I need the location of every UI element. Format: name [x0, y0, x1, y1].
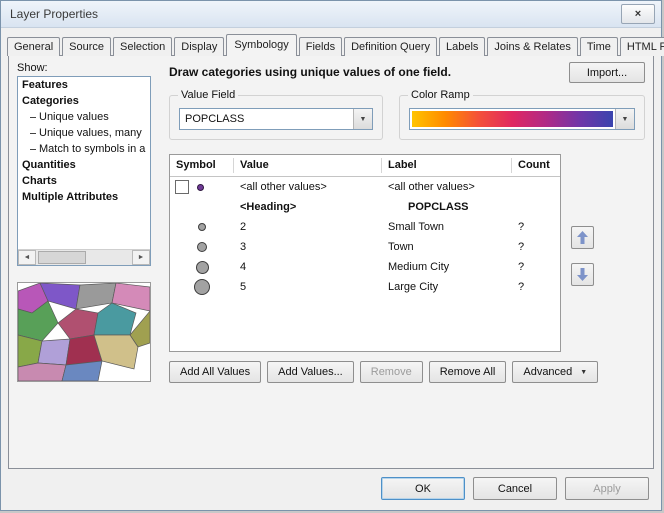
layer-properties-dialog: Layer Properties × General Source Select…	[0, 0, 662, 511]
ok-button[interactable]: OK	[381, 477, 465, 500]
map-preview	[17, 282, 151, 382]
advanced-button[interactable]: Advanced ▼	[512, 361, 598, 383]
show-item-unique-values[interactable]: Unique values	[18, 109, 150, 125]
color-ramp-swatch	[412, 111, 613, 127]
cancel-button[interactable]: Cancel	[473, 477, 557, 500]
tab-source[interactable]: Source	[62, 37, 111, 56]
show-item-features[interactable]: Features	[18, 77, 150, 93]
symbol-dot-icon[interactable]	[197, 242, 207, 252]
scroll-right-icon[interactable]: ►	[132, 250, 150, 265]
color-ramp-label: Color Ramp	[408, 89, 473, 101]
table-header: Symbol Value Label Count	[170, 155, 560, 177]
tab-display[interactable]: Display	[174, 37, 224, 56]
tree-line	[30, 149, 36, 150]
value-field-selected: POPCLASS	[180, 109, 353, 129]
show-label: Show:	[17, 62, 159, 74]
table-row[interactable]: 3 Town ?	[170, 237, 560, 257]
header-symbol[interactable]: Symbol	[170, 158, 234, 173]
table-row[interactable]: <all other values> <all other values>	[170, 177, 560, 197]
value-actions: Add All Values Add Values... Remove Remo…	[169, 361, 645, 383]
value-field-dropdown[interactable]: POPCLASS ▼	[179, 108, 373, 130]
tab-symbology[interactable]: Symbology	[226, 34, 296, 56]
table-row-heading[interactable]: <Heading> POPCLASS	[170, 197, 560, 217]
chevron-down-icon: ▼	[580, 369, 587, 376]
show-item-charts[interactable]: Charts	[18, 173, 150, 189]
tab-fields[interactable]: Fields	[299, 37, 342, 56]
arrow-up-icon	[577, 231, 588, 244]
tab-general[interactable]: General	[7, 37, 60, 56]
tab-time[interactable]: Time	[580, 37, 618, 56]
dialog-footer: OK Cancel Apply	[381, 477, 649, 500]
symbol-dot-icon[interactable]	[198, 223, 206, 231]
close-icon: ×	[635, 9, 641, 20]
header-label[interactable]: Label	[382, 158, 512, 173]
chevron-down-icon[interactable]: ▼	[615, 109, 634, 129]
table-row[interactable]: 4 Medium City ?	[170, 257, 560, 277]
window-title: Layer Properties	[10, 7, 621, 21]
tab-selection[interactable]: Selection	[113, 37, 172, 56]
tab-definition-query[interactable]: Definition Query	[344, 37, 437, 56]
table-row[interactable]: 5 Large City ?	[170, 277, 560, 297]
row-visibility-checkbox[interactable]	[175, 180, 189, 194]
show-listbox: Features Categories Unique values Unique…	[17, 76, 151, 266]
symbol-dot-icon[interactable]	[197, 184, 204, 191]
show-item-multiple-attributes[interactable]: Multiple Attributes	[18, 189, 150, 205]
symbology-settings: Draw categories using unique values of o…	[159, 62, 645, 460]
tab-joins-relates[interactable]: Joins & Relates	[487, 37, 577, 56]
header-count[interactable]: Count	[512, 158, 560, 173]
table-row[interactable]: 2 Small Town ?	[170, 217, 560, 237]
add-values-button[interactable]: Add Values...	[267, 361, 354, 383]
tab-html-popup[interactable]: HTML Popup	[620, 37, 664, 56]
show-item-unique-values-many[interactable]: Unique values, many	[18, 125, 150, 141]
value-field-label: Value Field	[178, 89, 238, 101]
scrollbar-thumb[interactable]	[38, 251, 86, 264]
show-panel: Show: Features Categories Unique values …	[17, 62, 159, 460]
tree-line	[30, 133, 36, 134]
show-item-quantities[interactable]: Quantities	[18, 157, 150, 173]
tab-strip: General Source Selection Display Symbolo…	[1, 28, 661, 55]
close-button[interactable]: ×	[621, 4, 655, 24]
scrollbar-track[interactable]	[36, 250, 132, 265]
method-description: Draw categories using unique values of o…	[169, 62, 569, 79]
tree-line	[30, 117, 36, 118]
move-down-button[interactable]	[571, 263, 594, 286]
reorder-controls	[571, 226, 594, 286]
arrow-down-icon	[577, 268, 588, 281]
header-value[interactable]: Value	[234, 158, 382, 173]
scroll-left-icon[interactable]: ◄	[18, 250, 36, 265]
color-ramp-dropdown[interactable]: ▼	[409, 108, 635, 130]
map-preview-image	[18, 283, 150, 381]
tab-labels[interactable]: Labels	[439, 37, 485, 56]
show-item-categories[interactable]: Categories	[18, 93, 150, 109]
move-up-button[interactable]	[571, 226, 594, 249]
import-button[interactable]: Import...	[569, 62, 645, 83]
symbology-tab-page: Show: Features Categories Unique values …	[8, 55, 654, 469]
add-all-values-button[interactable]: Add All Values	[169, 361, 261, 383]
value-field-group: Value Field POPCLASS ▼	[169, 95, 383, 140]
symbol-dot-icon[interactable]	[194, 279, 210, 295]
apply-button[interactable]: Apply	[565, 477, 649, 500]
remove-all-button[interactable]: Remove All	[429, 361, 507, 383]
unique-values-table: Symbol Value Label Count <all other valu…	[169, 154, 561, 352]
horizontal-scrollbar[interactable]: ◄ ►	[18, 249, 150, 265]
title-bar[interactable]: Layer Properties ×	[1, 1, 661, 28]
symbol-dot-icon[interactable]	[196, 261, 209, 274]
color-ramp-group: Color Ramp ▼	[399, 95, 645, 140]
remove-button[interactable]: Remove	[360, 361, 423, 383]
show-item-match-symbols[interactable]: Match to symbols in a	[18, 141, 150, 157]
chevron-down-icon[interactable]: ▼	[353, 109, 372, 129]
